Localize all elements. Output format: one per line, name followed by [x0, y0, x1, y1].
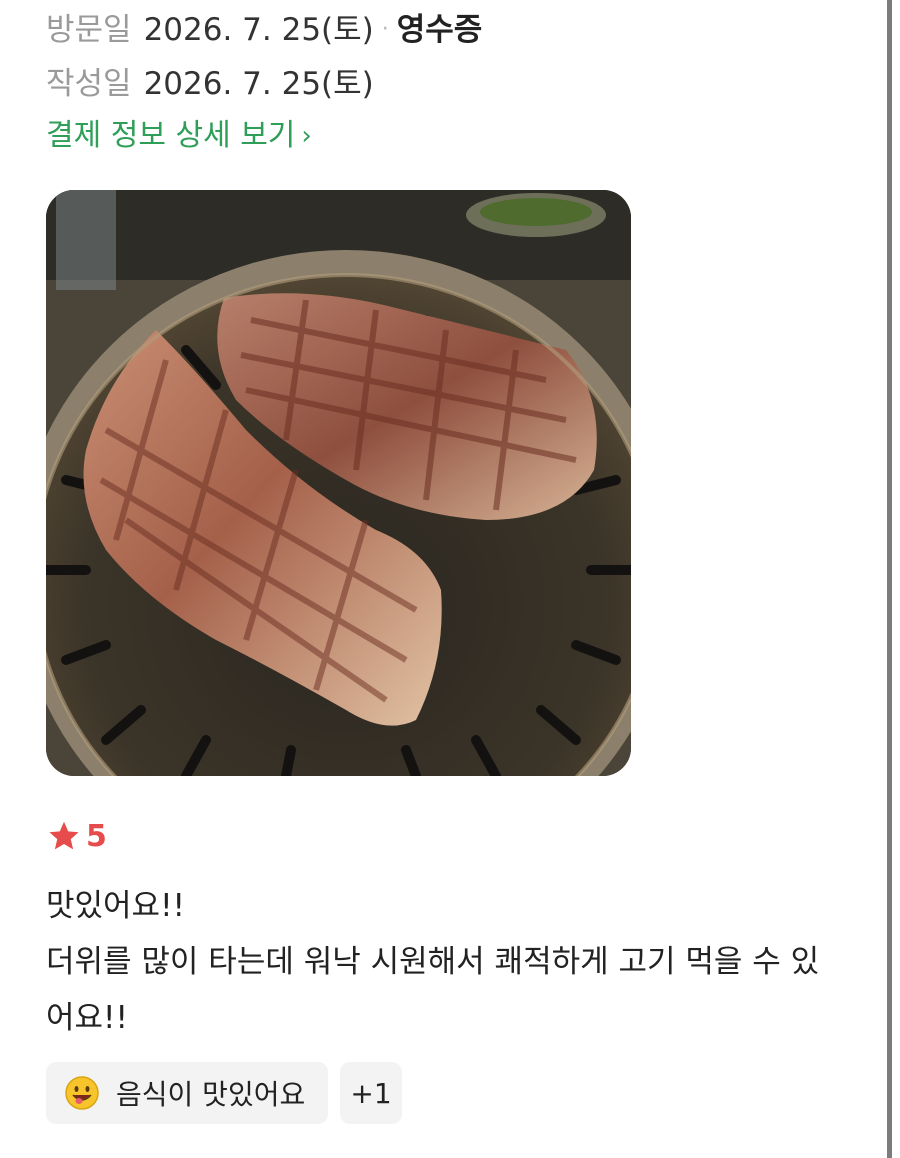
receipt-badge: 영수증: [396, 12, 483, 48]
pork-belly-photo-illustration: [46, 190, 631, 776]
more-keywords-label: +1: [350, 1076, 392, 1110]
written-date-label: 작성일: [46, 66, 132, 102]
keyword-chip-label: 음식이 맛있어요: [116, 1078, 306, 1111]
review-photo[interactable]: [46, 190, 631, 776]
more-keywords-chip[interactable]: +1: [340, 1062, 402, 1124]
payment-detail-label: 결제 정보 상세 보기: [46, 118, 296, 153]
review-line: 맛있어요!!: [46, 888, 185, 924]
written-date-value: 2026. 7. 25(토): [143, 66, 374, 102]
review-line: 어요!!: [46, 1000, 128, 1036]
separator-dot: ·: [381, 17, 389, 42]
star-icon: [49, 821, 79, 850]
visit-date-label: 방문일: [46, 12, 132, 48]
review-line: 더위를 많이 타는데 워낙 시원해서 쾌적하게 고기 먹을 수 있: [46, 944, 820, 980]
visit-date-row: 방문일 2026. 7. 25(토) · 영수증: [46, 10, 482, 50]
visit-date-value: 2026. 7. 25(토): [143, 12, 374, 48]
keyword-chip-food-tasty[interactable]: 음식이 맛있어요: [46, 1062, 328, 1124]
rating: 5: [46, 816, 107, 856]
smiley-icon: [65, 1076, 99, 1110]
written-date-row: 작성일 2026. 7. 25(토): [46, 64, 374, 104]
review-text: 맛있어요!! 더위를 많이 타는데 워낙 시원해서 쾌적하게 고기 먹을 수 있…: [46, 878, 896, 1046]
payment-detail-link[interactable]: 결제 정보 상세 보기 ›: [46, 116, 312, 156]
rating-score: 5: [86, 818, 107, 854]
chevron-right-icon: ›: [301, 121, 312, 151]
